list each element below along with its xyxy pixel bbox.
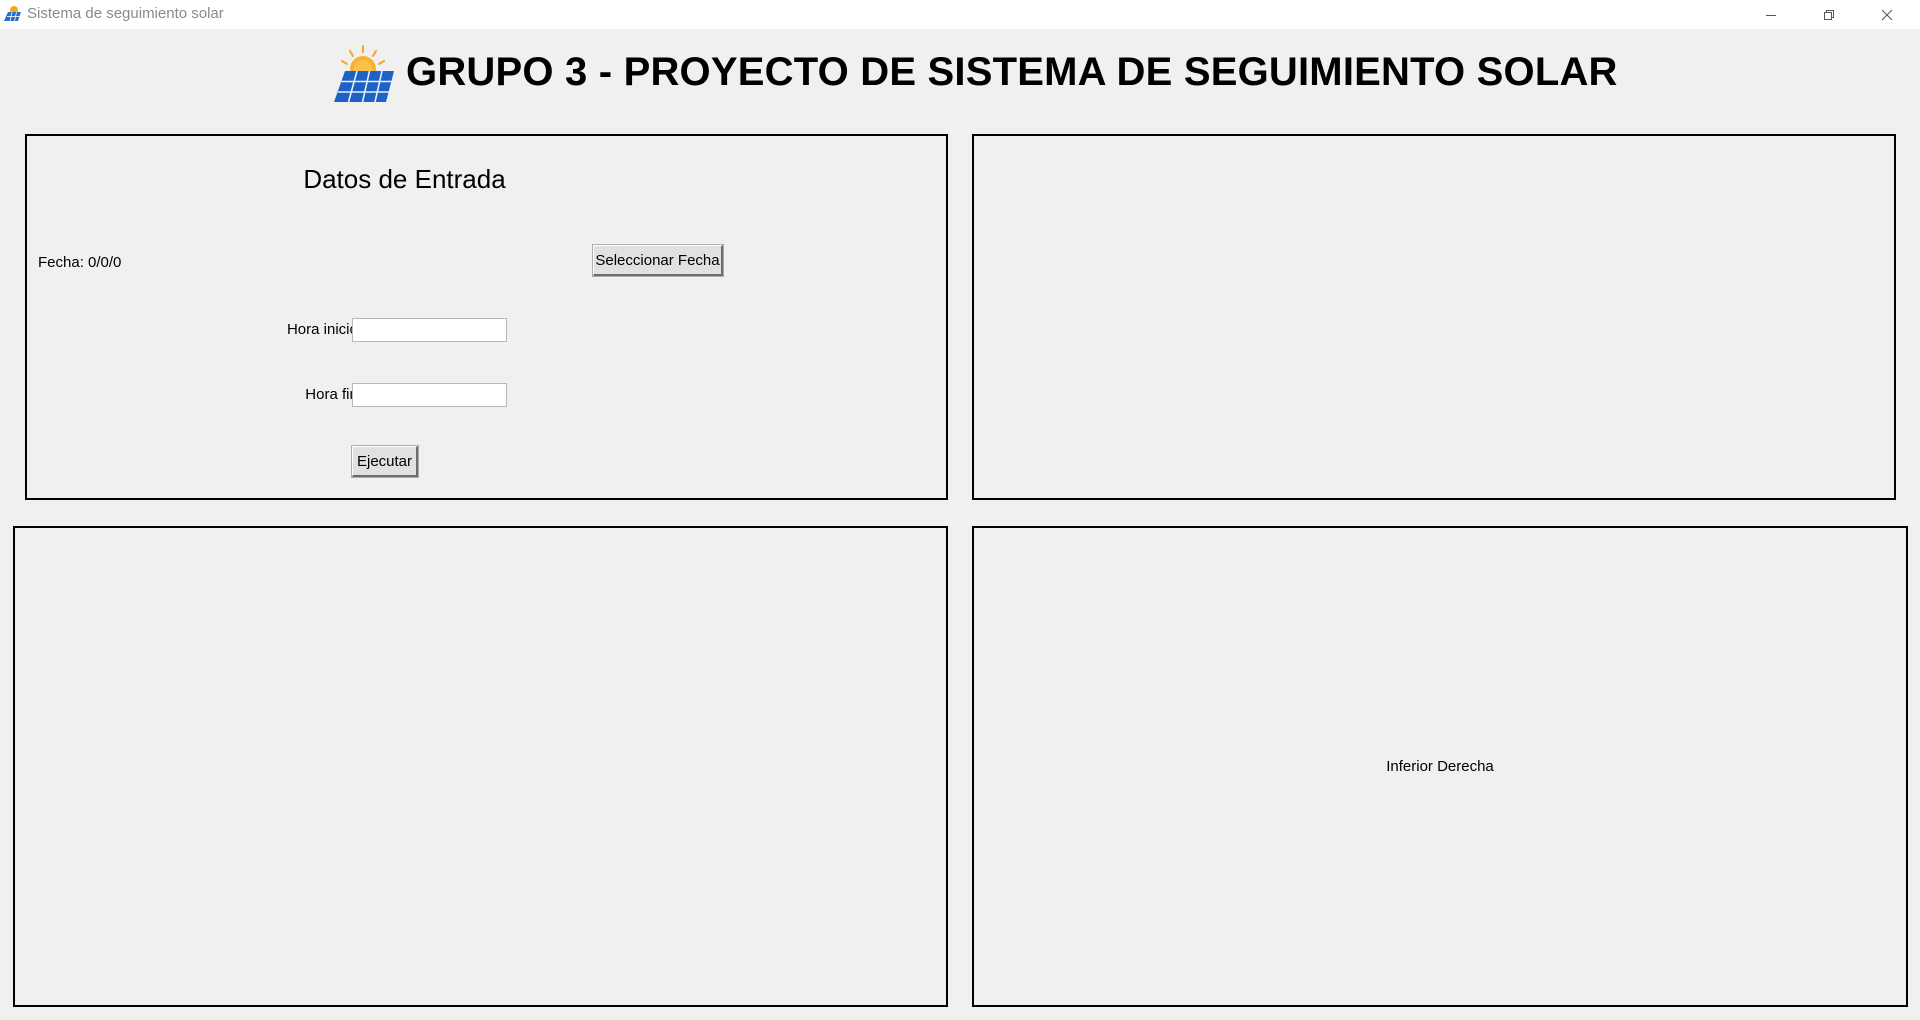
solar-panel-app-icon — [2, 5, 22, 23]
close-button[interactable] — [1858, 0, 1916, 29]
page-title: GRUPO 3 - PROYECTO DE SISTEMA DE SEGUIMI… — [406, 50, 1618, 94]
date-label: Fecha: 0/0/0 — [38, 254, 122, 271]
input-panel-title: Datos de Entrada — [303, 164, 506, 194]
title-bar[interactable]: Sistema de seguimiento solar — [0, 0, 1920, 29]
end-time-label: Hora fin: — [305, 386, 362, 403]
solar-panel-sun-icon — [330, 44, 396, 106]
minimize-icon — [1765, 9, 1777, 21]
window-title: Sistema de seguimiento solar — [27, 5, 224, 22]
input-data-panel: Datos de Entrada Fecha: 0/0/0 Selecciona… — [25, 134, 948, 500]
app-window: Sistema de seguimiento solar GRUPO 3 - P… — [0, 0, 1920, 1020]
start-time-input[interactable] — [352, 318, 507, 342]
close-icon — [1881, 9, 1893, 21]
start-time-label: Hora inicio: — [286, 321, 362, 338]
restore-button[interactable] — [1800, 0, 1858, 29]
execute-button[interactable]: Ejecutar — [352, 446, 418, 477]
minimize-button[interactable] — [1742, 0, 1800, 29]
top-right-panel — [972, 134, 1896, 500]
select-date-button[interactable]: Seleccionar Fecha — [593, 245, 723, 276]
restore-icon — [1823, 9, 1835, 21]
bottom-left-panel — [13, 526, 948, 1007]
end-time-input[interactable] — [352, 383, 507, 407]
bottom-right-panel: Inferior Derecha — [972, 526, 1908, 1007]
bottom-right-label: Inferior Derecha — [1386, 758, 1494, 775]
